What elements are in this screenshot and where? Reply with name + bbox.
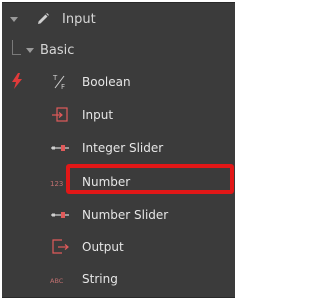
list-item-label: Integer Slider xyxy=(82,141,164,155)
list-item-label: Output xyxy=(82,240,124,254)
highlight-box xyxy=(66,164,234,194)
list-item-label: String xyxy=(82,272,118,286)
pencil-icon xyxy=(35,11,51,27)
list-item-output[interactable]: Output xyxy=(2,232,235,262)
category-input[interactable]: Input xyxy=(2,5,235,35)
subcategory-basic[interactable]: Basic xyxy=(2,36,235,66)
svg-text:ABC: ABC xyxy=(50,277,64,285)
string-icon: ABC xyxy=(50,272,70,290)
library-panel: Input Basic T F Boolean Input Integer Sl… xyxy=(2,2,235,298)
output-icon xyxy=(50,238,70,256)
svg-text:F: F xyxy=(61,83,65,91)
number-slider-icon xyxy=(50,206,70,224)
boolean-icon: T F xyxy=(50,73,70,91)
expand-arrow-icon[interactable] xyxy=(10,17,18,22)
list-item-number-slider[interactable]: Number Slider xyxy=(2,200,235,230)
subcategory-basic-label: Basic xyxy=(40,43,75,58)
list-item-input[interactable]: Input xyxy=(2,100,235,130)
list-item-label: Input xyxy=(82,108,114,122)
list-item-string[interactable]: ABC String xyxy=(2,264,235,294)
list-item-integer-slider[interactable]: Integer Slider xyxy=(2,133,235,163)
list-item-label: Boolean xyxy=(82,75,131,89)
svg-text:123: 123 xyxy=(50,180,63,188)
input-icon xyxy=(50,106,70,124)
integer-slider-icon xyxy=(50,139,70,157)
svg-text:T: T xyxy=(52,74,58,82)
expand-arrow-icon[interactable] xyxy=(26,48,34,53)
category-input-label: Input xyxy=(62,12,96,27)
list-item-label: Number Slider xyxy=(82,208,169,222)
list-item-boolean[interactable]: T F Boolean xyxy=(2,67,235,97)
